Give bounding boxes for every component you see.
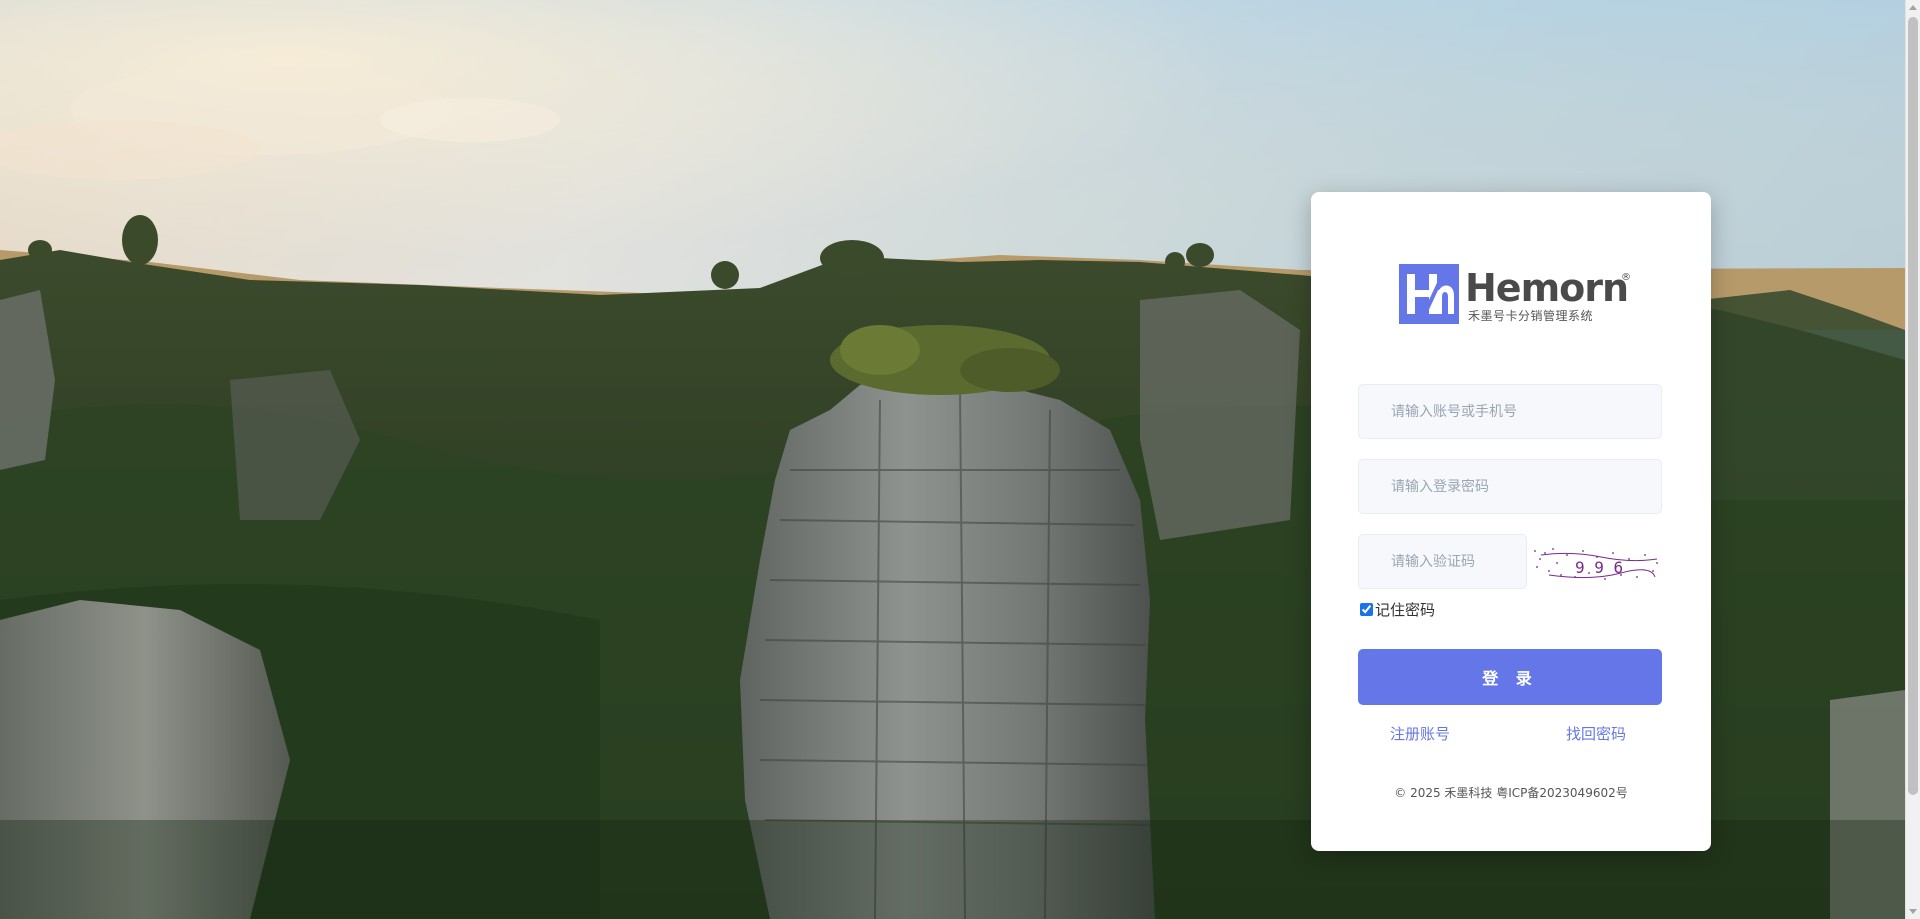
brand-logo: Hemorn ® 禾墨号卡分销管理系统 — [1399, 264, 1631, 328]
scroll-up-arrow-icon[interactable] — [1909, 5, 1917, 10]
account-input[interactable] — [1358, 384, 1662, 439]
hemorn-logo-mark-icon — [1399, 264, 1459, 324]
scroll-down-arrow-icon[interactable] — [1909, 909, 1917, 914]
remember-password[interactable]: 记住密码 — [1360, 599, 1435, 620]
captcha-input[interactable] — [1358, 534, 1527, 589]
remember-checkbox[interactable] — [1360, 603, 1373, 616]
login-card: Hemorn ® 禾墨号卡分销管理系统 9 9 6 记住密码 登 录 注册账号 — [1311, 192, 1711, 851]
captcha-text: 9 9 6 — [1575, 558, 1623, 577]
brand-subtitle: 禾墨号卡分销管理系统 — [1468, 309, 1594, 323]
login-button[interactable]: 登 录 — [1358, 649, 1662, 705]
copyright-footer: © 2025 禾墨科技 粤ICP备2023049602号 — [1394, 786, 1628, 800]
page-scrollbar[interactable] — [1905, 0, 1920, 919]
brand-name: Hemorn — [1465, 266, 1629, 310]
remember-label: 记住密码 — [1375, 601, 1436, 619]
recover-password-link[interactable]: 找回密码 — [1566, 723, 1626, 744]
scrollbar-thumb[interactable] — [1908, 17, 1918, 795]
captcha-image[interactable]: 9 9 6 — [1531, 537, 1661, 587]
register-link[interactable]: 注册账号 — [1390, 723, 1450, 744]
registered-mark: ® — [1621, 272, 1631, 283]
password-input[interactable] — [1358, 459, 1662, 514]
